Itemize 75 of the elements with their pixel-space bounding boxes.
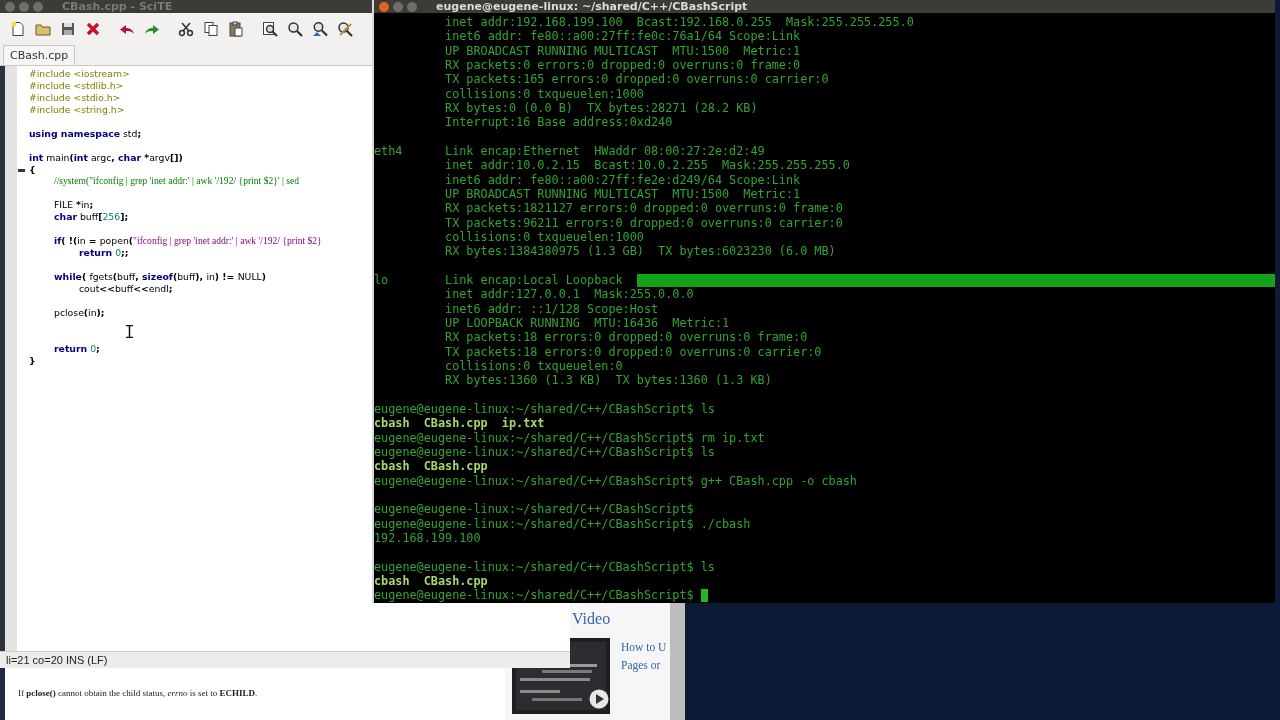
code-line: while( fgets(buff, sizeof(buff), in) != NULL) (53, 270, 266, 283)
output-line: TX packets:165 errors:0 dropped:0 overruns:0 carrier:0 (444, 72, 829, 87)
code-line: { (29, 163, 36, 176)
code-line: //system("ifconfig | grep 'inet addr:' | awk '/192/ {print $2}' | sed (53, 175, 300, 188)
play-icon[interactable] (589, 689, 609, 709)
code-line: int main(int argc, char *argv[]) (29, 151, 183, 164)
output-line: collisions:0 txqueuelen:1000 (444, 230, 644, 245)
code-line: #include <stdio.h> (29, 91, 121, 104)
output-line: UP BROADCAST RUNNING MULTICAST MTU:1500 Metric:1 (444, 43, 801, 58)
output-line: 192.168.199.100 (374, 530, 481, 545)
output-line: collisions:0 txqueuelen:1000 (444, 86, 644, 101)
code-line: pclose(in); (53, 306, 105, 319)
output-line: inet6 addr: fe80::a00:27ff:fe2e:d249/64 Scope:Link (444, 172, 801, 187)
prompt-line: eugene@eugene-linux:~/shared/C++/CBashScript$ (374, 502, 694, 517)
output-line: RX bytes:1384380975 (1.3 GB) TX bytes:6023230 (6.0 MB) (444, 244, 836, 259)
window-title: eugene@eugene-linux: ~/shared/C++/CBashScript (436, 0, 748, 13)
scrollbar[interactable] (670, 600, 685, 720)
video-link[interactable]: How to U (621, 638, 667, 656)
file-tab[interactable]: CBash.cpp (3, 45, 76, 65)
output-line: RX packets:0 errors:0 dropped:0 overruns:0 frame:0 (444, 58, 801, 73)
prompt-line: eugene@eugene-linux:~/shared/C++/CBashScript$ (374, 588, 694, 603)
scissors-icon[interactable] (178, 20, 194, 37)
output-line: RX packets:18 errors:0 dropped:0 overruns:0 frame:0 (444, 330, 808, 345)
output-line: UP BROADCAST RUNNING MULTICAST MTU:1500 Metric:1 (444, 187, 801, 202)
output-line: TX packets:96211 errors:0 dropped:0 overruns:0 carrier:0 (444, 215, 843, 230)
section-heading: Video (572, 610, 611, 628)
output-line: RX bytes:0 (0.0 B) TX bytes:28271 (28.2 KB) (444, 101, 758, 116)
code-line: if( !(in = popen("ifconfig | grep 'inet addr:' | awk '/192/ {print $2} (53, 235, 322, 248)
find-next-icon[interactable] (312, 20, 328, 37)
code-line: return 0; (53, 342, 100, 355)
prompt-line: eugene@eugene-linux:~/shared/C++/CBashScript$ ls (374, 559, 715, 574)
output-line: Interrupt:16 Base address:0xd240 (444, 115, 673, 130)
save-icon[interactable] (60, 20, 76, 37)
prompt-line: eugene@eugene-linux:~/shared/C++/CBashScript$ rm ip.txt (374, 430, 765, 445)
find-in-page-icon[interactable] (262, 20, 278, 37)
prompt-line: eugene@eugene-linux:~/shared/C++/CBashScript$ ls (374, 445, 715, 459)
output-line: TX packets:18 errors:0 dropped:0 overruns:0 carrier:0 (444, 344, 822, 359)
close-icon[interactable] (85, 20, 101, 37)
output-line: eth4 Link encap:Ethernet HWaddr 08:00:27:2e:d2:49 (374, 144, 765, 159)
code-line: char buff[256]; (53, 211, 129, 224)
file-listing: cbash CBash.cpp (374, 573, 488, 588)
status-text: li=21 co=20 INS (LF) (6, 654, 108, 666)
code-line: cout<<buff<<endl; (78, 282, 173, 295)
output-line: UP LOOPBACK RUNNING MTU:16436 Metric:1 (444, 316, 730, 331)
code-line: return 0;; (78, 247, 129, 259)
copy-icon[interactable] (203, 20, 219, 37)
fold-marker-icon[interactable] (18, 168, 25, 172)
output-line: RX packets:1821127 errors:0 dropped:0 overruns:0 frame:0 (444, 201, 843, 216)
code-line: using namespace std; (29, 127, 142, 140)
file-listing: cbash CBash.cpp ip.txt (374, 416, 545, 431)
code-line: #include <iostream> (29, 68, 130, 80)
code-line: #include <stdlib.h> (29, 79, 124, 92)
code-line: FILE *in; (53, 199, 94, 212)
output-line: inet addr:10.0.2.15 Bcast:10.0.2.255 Mask:255.255.255.0 (444, 158, 850, 173)
output-line: inet6 addr: ::1/128 Scope:Host (444, 301, 659, 316)
code-line: } (29, 354, 36, 367)
prompt-line: eugene@eugene-linux:~/shared/C++/CBashScript$ g++ CBash.cpp -o cbash (374, 473, 857, 488)
output-line: inet addr:192.168.199.100 Bcast:192.168.0.255 Mask:255.255.255.0 (444, 15, 914, 30)
output-line: inet addr:127.0.0.1 Mask:255.0.0.0 (444, 287, 694, 302)
text-cursor-icon (126, 325, 133, 338)
output-line: collisions:0 txqueuelen:0 (444, 359, 623, 374)
search-icon[interactable] (287, 20, 303, 37)
window-title: CBash.cpp - SciTE (62, 0, 173, 13)
output-line: lo Link encap:Local Loopback (374, 273, 623, 288)
manual-paragraph: If pclose() cannot obtain the child status, errno is set to ECHILD. (18, 688, 258, 698)
file-listing: cbash CBash.cpp (374, 459, 488, 474)
code-line: #include <string.h> (29, 103, 125, 116)
replace-icon[interactable] (337, 20, 353, 37)
prompt-line: eugene@eugene-linux:~/shared/C++/CBashScript$ ./cbash (374, 516, 751, 531)
prompt-line: eugene@eugene-linux:~/shared/C++/CBashScript$ ls (374, 402, 715, 416)
new-file-icon[interactable] (10, 20, 26, 37)
output-line: RX bytes:1360 (1.3 KB) TX bytes:1360 (1.3 KB) (444, 373, 772, 388)
video-link[interactable]: Pages or (621, 656, 667, 674)
paste-icon[interactable] (228, 20, 244, 37)
output-line: inet6 addr: fe80::a00:27ff:fe0c:76a1/64 Scope:Link (444, 29, 801, 44)
